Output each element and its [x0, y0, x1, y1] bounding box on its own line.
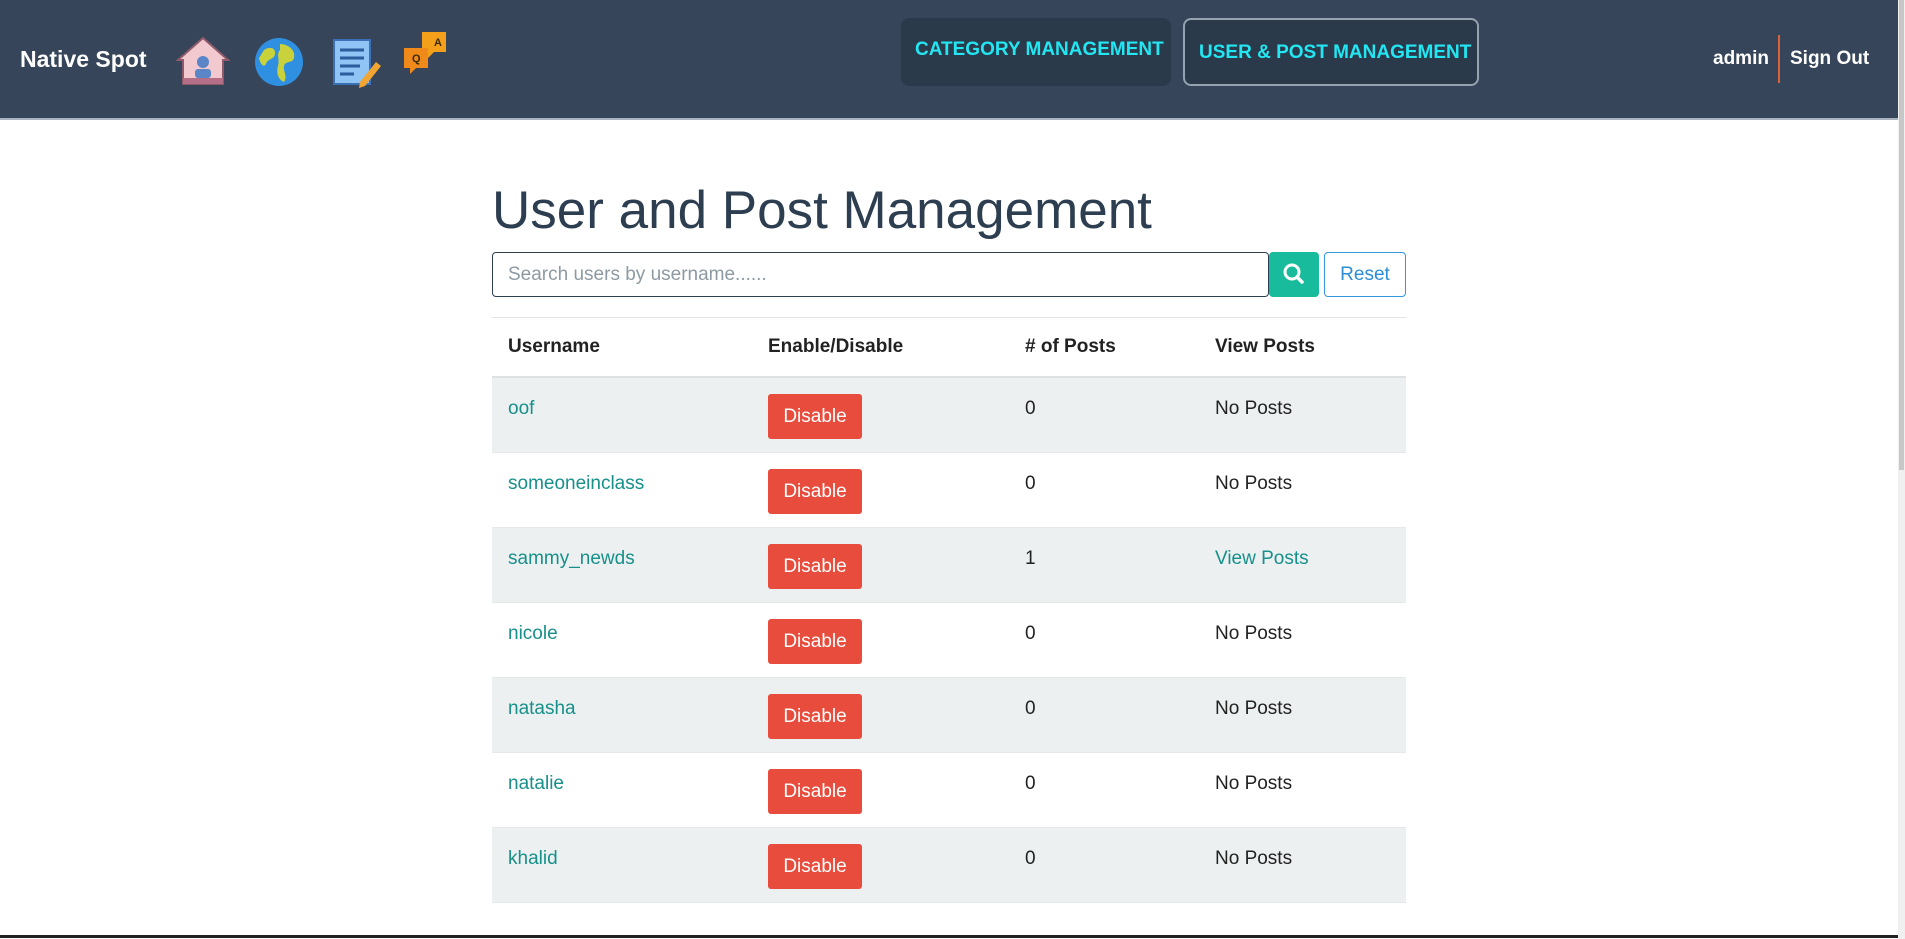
- search-icon: [1283, 263, 1304, 284]
- disable-button[interactable]: Disable: [768, 394, 862, 439]
- post-count: 1: [1025, 547, 1036, 569]
- table-row: khalid Disable 0 No Posts: [492, 827, 1406, 903]
- table-row: natasha Disable 0 No Posts: [492, 677, 1406, 753]
- post-count: 0: [1025, 772, 1036, 794]
- svg-text:A: A: [434, 37, 442, 49]
- reset-button[interactable]: Reset: [1324, 252, 1406, 297]
- svg-text:Q: Q: [412, 53, 421, 65]
- brand-logo-text[interactable]: Native Spot: [20, 46, 147, 73]
- username-link[interactable]: natasha: [508, 698, 576, 719]
- post-count: 0: [1025, 622, 1036, 644]
- username-link[interactable]: nicole: [508, 623, 558, 644]
- qa-chat-icon[interactable]: A Q: [400, 28, 458, 86]
- username-link[interactable]: oof: [508, 398, 534, 419]
- column-header-username: Username: [492, 317, 752, 378]
- view-posts-text: No Posts: [1215, 622, 1293, 644]
- view-posts-text: No Posts: [1215, 847, 1293, 869]
- username-link[interactable]: natalie: [508, 773, 564, 794]
- table-row: nicole Disable 0 No Posts: [492, 602, 1406, 678]
- current-user-label: admin: [1713, 48, 1769, 69]
- column-header-view-posts: View Posts: [1199, 317, 1406, 378]
- disable-button[interactable]: Disable: [768, 693, 862, 739]
- user-post-management-button[interactable]: USER & POST MANAGEMENT: [1183, 18, 1479, 86]
- table-row: someoneinclass Disable 0 No Posts: [492, 452, 1406, 528]
- sign-out-link[interactable]: Sign Out: [1790, 48, 1869, 70]
- disable-button[interactable]: Disable: [768, 843, 862, 889]
- disable-button[interactable]: Disable: [768, 543, 862, 589]
- column-header-enable-disable: Enable/Disable: [752, 317, 1009, 378]
- view-posts-text: No Posts: [1215, 472, 1293, 494]
- window-bottom-edge: [0, 935, 1898, 938]
- home-icon[interactable]: [174, 32, 232, 90]
- view-posts-text: No Posts: [1215, 772, 1293, 794]
- disable-button[interactable]: Disable: [768, 468, 862, 514]
- post-count: 0: [1025, 472, 1036, 494]
- view-posts-text: No Posts: [1215, 697, 1293, 719]
- table-header-row: Username Enable/Disable # of Posts View …: [492, 317, 1406, 378]
- table-row: oof Disable 0 No Posts: [492, 377, 1406, 453]
- category-management-button[interactable]: CATEGORY MANAGEMENT: [901, 18, 1171, 86]
- view-posts-text: No Posts: [1215, 398, 1293, 419]
- disable-button[interactable]: Disable: [768, 618, 862, 664]
- search-button[interactable]: [1269, 252, 1319, 297]
- view-posts-link[interactable]: View Posts: [1215, 548, 1309, 569]
- page-title: User and Post Management: [492, 181, 1152, 240]
- post-count: 0: [1025, 847, 1036, 869]
- table-row: sammy_newds Disable 1 View Posts: [492, 527, 1406, 603]
- username-link[interactable]: sammy_newds: [508, 548, 635, 569]
- username-link[interactable]: khalid: [508, 848, 558, 869]
- search-users-input[interactable]: [492, 252, 1269, 297]
- disable-button[interactable]: Disable: [768, 768, 862, 814]
- nav-divider: [1778, 35, 1780, 83]
- scrollbar-thumb[interactable]: [1899, 0, 1904, 470]
- top-navbar: Native Spot A Q CATEGORY MANAGEMENT USER…: [0, 0, 1898, 120]
- users-table: Username Enable/Disable # of Posts View …: [492, 317, 1406, 903]
- post-count: 0: [1025, 398, 1036, 419]
- username-link[interactable]: someoneinclass: [508, 473, 644, 494]
- globe-icon[interactable]: [250, 32, 308, 90]
- table-row: natalie Disable 0 No Posts: [492, 752, 1406, 828]
- notepad-icon[interactable]: [326, 32, 384, 90]
- column-header-post-count: # of Posts: [1009, 317, 1199, 378]
- post-count: 0: [1025, 697, 1036, 719]
